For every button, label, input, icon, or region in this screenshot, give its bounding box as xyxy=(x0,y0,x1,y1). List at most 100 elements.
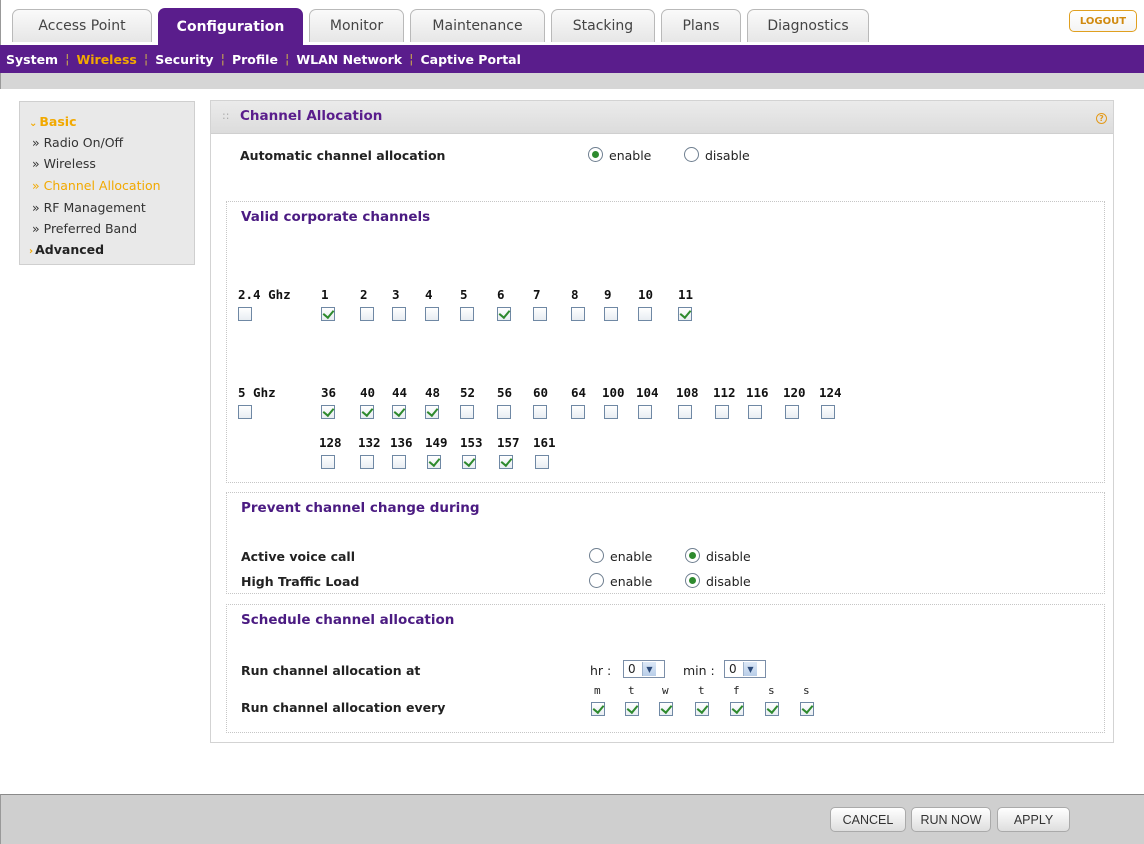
hour-label: hr : xyxy=(590,663,612,678)
weekday-checkbox[interactable] xyxy=(659,702,673,716)
menu-advanced[interactable]: › Advanced xyxy=(29,242,104,257)
channel-100-checkbox[interactable] xyxy=(604,405,618,419)
channel-9-checkbox[interactable] xyxy=(604,307,618,321)
channel-157-label: 157 xyxy=(497,435,520,450)
menu-item-rf-management[interactable]: » RF Management xyxy=(32,200,146,215)
channel-60-label: 60 xyxy=(533,385,549,400)
channel-36-checkbox[interactable] xyxy=(321,405,335,419)
chevron-down-icon: ⌄ xyxy=(29,118,38,129)
menu-item-radio-on-off[interactable]: » Radio On/Off xyxy=(32,135,123,150)
menu-item-label: Radio On/Off xyxy=(43,135,124,150)
channel-136-label: 136 xyxy=(390,435,413,450)
channel-10-label: 10 xyxy=(638,287,654,302)
panel-header: :: Channel Allocation ? xyxy=(211,101,1113,134)
channel-4-checkbox[interactable] xyxy=(425,307,439,321)
menu-item-label: Wireless xyxy=(43,156,96,171)
schedule-section: Schedule channel allocation Run channel … xyxy=(226,604,1105,733)
tab-diagnostics[interactable]: Diagnostics xyxy=(747,9,869,42)
subnav-wireless[interactable]: Wireless xyxy=(76,52,136,67)
logout-button[interactable]: LOGOUT xyxy=(1069,10,1137,32)
schedule-title: Schedule channel allocation xyxy=(241,612,455,628)
valid-channels-title: Valid corporate channels xyxy=(241,209,431,225)
channel-52-checkbox[interactable] xyxy=(460,405,474,419)
auto-allocation-disable-radio[interactable] xyxy=(684,147,699,162)
band-5ghz-all-checkbox[interactable] xyxy=(238,405,252,419)
menu-basic[interactable]: ⌄ Basic xyxy=(29,114,77,129)
subnav-security[interactable]: Security xyxy=(155,52,213,67)
weekday-checkbox[interactable] xyxy=(591,702,605,716)
channel-5-checkbox[interactable] xyxy=(460,307,474,321)
channel-7-checkbox[interactable] xyxy=(533,307,547,321)
traffic-enable-radio[interactable] xyxy=(589,573,604,588)
weekday-checkbox[interactable] xyxy=(625,702,639,716)
tab-plans[interactable]: Plans xyxy=(661,9,741,42)
channel-108-label: 108 xyxy=(676,385,699,400)
voice-disable-label: disable xyxy=(706,549,751,564)
menu-item-preferred-band[interactable]: » Preferred Band xyxy=(32,221,137,236)
band-2-4ghz-all-checkbox[interactable] xyxy=(238,307,252,321)
channel-44-checkbox[interactable] xyxy=(392,405,406,419)
subnav-separator: ¦ xyxy=(65,51,70,67)
hour-value: 0 xyxy=(628,662,636,676)
channel-10-checkbox[interactable] xyxy=(638,307,652,321)
channel-153-checkbox[interactable] xyxy=(462,455,476,469)
hour-select[interactable]: 0 ▼ xyxy=(623,660,665,678)
channel-2-checkbox[interactable] xyxy=(360,307,374,321)
weekday-label: m xyxy=(594,684,601,697)
channel-161-checkbox[interactable] xyxy=(535,455,549,469)
traffic-disable-radio[interactable] xyxy=(685,573,700,588)
weekday-checkbox[interactable] xyxy=(695,702,709,716)
tab-configuration[interactable]: Configuration xyxy=(158,8,303,45)
run-now-button[interactable]: RUN NOW xyxy=(911,807,991,832)
channel-157-checkbox[interactable] xyxy=(499,455,513,469)
menu-item-wireless[interactable]: » Wireless xyxy=(32,156,96,171)
channel-60-checkbox[interactable] xyxy=(533,405,547,419)
channel-120-checkbox[interactable] xyxy=(785,405,799,419)
menu-item-channel-allocation[interactable]: » Channel Allocation xyxy=(32,178,161,193)
weekday-label: f xyxy=(733,684,740,697)
weekday-checkbox[interactable] xyxy=(765,702,779,716)
channel-116-checkbox[interactable] xyxy=(748,405,762,419)
tab-monitor[interactable]: Monitor xyxy=(309,9,404,42)
voice-disable-radio[interactable] xyxy=(685,548,700,563)
channel-128-checkbox[interactable] xyxy=(321,455,335,469)
auto-allocation-enable-radio[interactable] xyxy=(588,147,603,162)
subnav-wlan-network[interactable]: WLAN Network xyxy=(296,52,402,67)
subnav-captive-portal[interactable]: Captive Portal xyxy=(421,52,521,67)
minute-value: 0 xyxy=(729,662,737,676)
subnav-separator: ¦ xyxy=(284,51,290,67)
channel-149-checkbox[interactable] xyxy=(427,455,441,469)
cancel-button[interactable]: CANCEL xyxy=(830,807,906,832)
channel-112-checkbox[interactable] xyxy=(715,405,729,419)
tab-maintenance[interactable]: Maintenance xyxy=(410,9,545,42)
traffic-enable-label: enable xyxy=(610,574,653,589)
auto-allocation-enable-label: enable xyxy=(609,148,652,163)
minute-select[interactable]: 0 ▼ xyxy=(724,660,766,678)
chevron-right-icon: › xyxy=(29,246,34,257)
channel-136-checkbox[interactable] xyxy=(392,455,406,469)
channel-11-checkbox[interactable] xyxy=(678,307,692,321)
tab-access-point[interactable]: Access Point xyxy=(12,9,152,42)
channel-48-checkbox[interactable] xyxy=(425,405,439,419)
channel-8-checkbox[interactable] xyxy=(571,307,585,321)
channel-124-checkbox[interactable] xyxy=(821,405,835,419)
channel-5-label: 5 xyxy=(460,287,468,302)
channel-108-checkbox[interactable] xyxy=(678,405,692,419)
tab-stacking[interactable]: Stacking xyxy=(551,9,655,42)
channel-104-checkbox[interactable] xyxy=(638,405,652,419)
subnav-system[interactable]: System xyxy=(6,52,58,67)
subnav-profile[interactable]: Profile xyxy=(232,52,278,67)
weekday-checkbox[interactable] xyxy=(730,702,744,716)
channel-40-checkbox[interactable] xyxy=(360,405,374,419)
voice-enable-radio[interactable] xyxy=(589,548,604,563)
channel-3-checkbox[interactable] xyxy=(392,307,406,321)
channel-1-checkbox[interactable] xyxy=(321,307,335,321)
channel-56-checkbox[interactable] xyxy=(497,405,511,419)
channel-64-checkbox[interactable] xyxy=(571,405,585,419)
weekday-checkbox[interactable] xyxy=(800,702,814,716)
apply-button[interactable]: APPLY xyxy=(997,807,1070,832)
channel-132-checkbox[interactable] xyxy=(360,455,374,469)
channel-6-checkbox[interactable] xyxy=(497,307,511,321)
help-icon[interactable]: ? xyxy=(1096,113,1107,124)
high-traffic-load-label: High Traffic Load xyxy=(241,574,360,589)
